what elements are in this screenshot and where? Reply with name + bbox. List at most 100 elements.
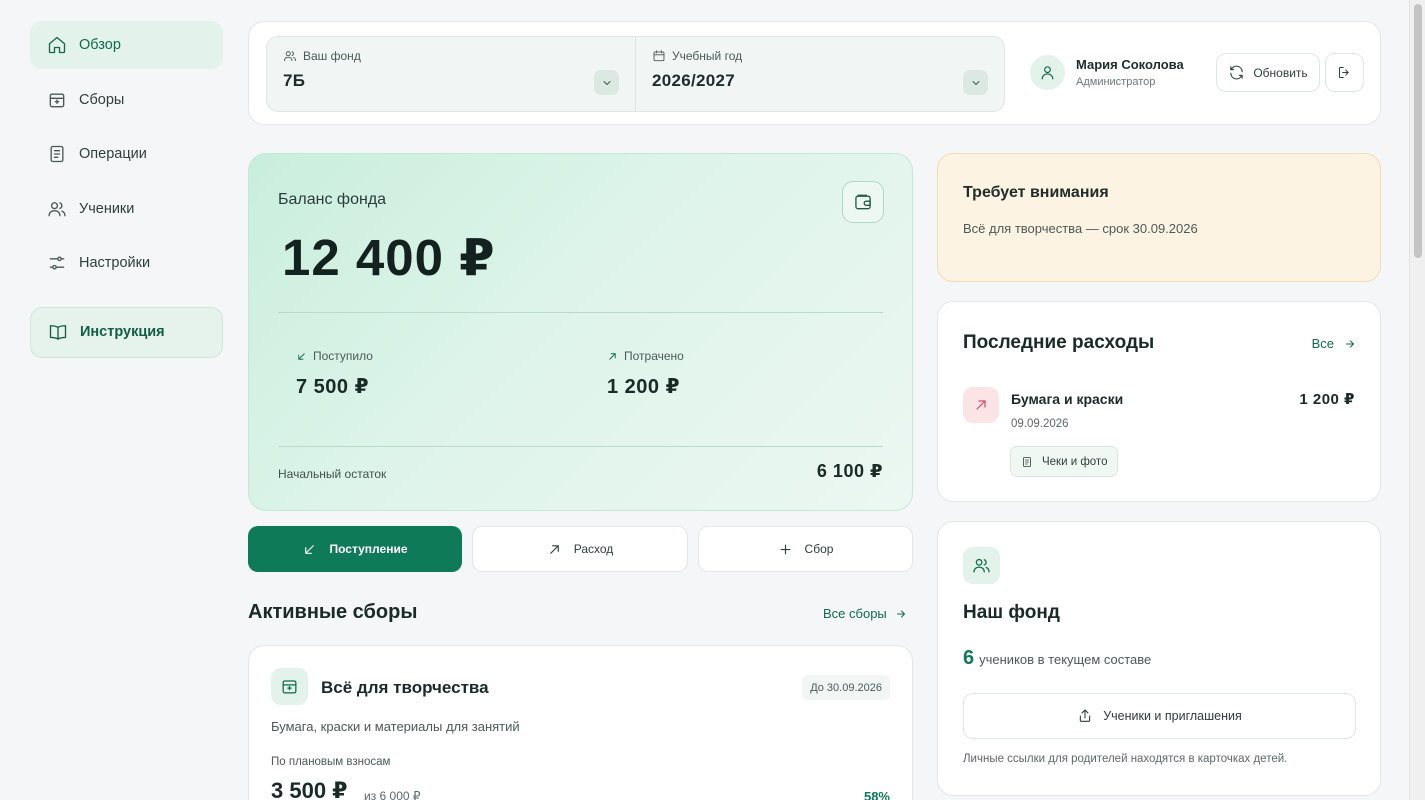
- all-collections-link[interactable]: Все сборы: [823, 606, 907, 621]
- collection-description: Бумага, краски и материалы для занятий: [271, 719, 520, 734]
- attention-title: Требует внимания: [963, 184, 1109, 201]
- sidebar-item-operations[interactable]: Операции: [30, 130, 223, 178]
- refresh-label: Обновить: [1253, 65, 1308, 80]
- collection-deadline-badge: До 30.09.2026: [802, 675, 890, 700]
- add-expense-button[interactable]: Расход: [472, 526, 688, 572]
- calendar-icon: [653, 50, 665, 62]
- sidebar-item-students[interactable]: Ученики: [30, 185, 223, 233]
- arrow-up-right-icon: [976, 400, 986, 410]
- user-name: Мария Соколова: [1076, 57, 1184, 72]
- fund-select[interactable]: Ваш фонд 7Б: [267, 37, 635, 111]
- chevron-down-icon: [603, 80, 610, 85]
- share-icon: [1080, 709, 1091, 722]
- collection-amount: 3 500 ₽: [271, 778, 348, 800]
- fund-note: Личные ссылки для родителей находятся в …: [963, 753, 1288, 765]
- home-icon: [48, 36, 66, 54]
- expense-icon-badge: [963, 387, 999, 423]
- year-select-label: Учебный год: [652, 49, 988, 63]
- sidebar-item-overview[interactable]: Обзор: [30, 21, 223, 69]
- wallet-icon: [855, 194, 871, 210]
- sidebar-item-label: Настройки: [79, 255, 151, 271]
- sidebar: Обзор Сборы Операции Ученики Настройки И…: [30, 21, 223, 364]
- sidebar-item-settings[interactable]: Настройки: [30, 239, 223, 287]
- sidebar-item-label: Операции: [79, 146, 147, 162]
- collection-title: Всё для творчества: [321, 678, 489, 697]
- scrollbar-thumb[interactable]: [1414, 4, 1422, 258]
- sidebar-item-collections[interactable]: Сборы: [30, 76, 223, 124]
- collection-icon-badge: [271, 668, 308, 705]
- our-fund-card: Наш фонд 6 учеников в текущем составе Уч…: [937, 521, 1381, 796]
- expense-amount: 1 200 ₽: [1299, 391, 1355, 408]
- arrow-down-left-icon: [298, 352, 305, 360]
- user-profile: Мария Соколова Администратор: [1030, 55, 1184, 90]
- recent-expenses-card: Последние расходы Все Бумага и краски 1 …: [937, 301, 1381, 502]
- add-collection-label: Сбор: [804, 542, 834, 556]
- receipts-button[interactable]: Чеки и фото: [1010, 446, 1119, 477]
- users-icon: [973, 558, 990, 573]
- sidebar-item-label: Обзор: [79, 37, 121, 53]
- income-label: Поступило: [296, 349, 373, 363]
- fund-title: Наш фонд: [963, 602, 1060, 623]
- piggy-bank-icon: [49, 93, 65, 107]
- arrow-right-icon: [1346, 340, 1354, 347]
- refresh-button[interactable]: Обновить: [1216, 53, 1320, 92]
- attention-card: Требует внимания Всё для творчества — ср…: [937, 153, 1381, 282]
- arrow-right-icon: [896, 610, 905, 617]
- fund-label-text: Ваш фонд: [303, 49, 361, 63]
- active-collections-title: Активные сборы: [248, 601, 418, 623]
- fund-icon-badge: [963, 547, 1000, 584]
- collection-card[interactable]: Всё для творчества До 30.09.2026 Бумага,…: [248, 645, 913, 800]
- spent-block: Потрачено 1 200 ₽: [607, 349, 684, 399]
- add-collection-button[interactable]: Сбор: [698, 526, 913, 572]
- all-collections-label: Все сборы: [823, 606, 887, 621]
- balance-title: Баланс фонда: [278, 191, 387, 208]
- starting-balance-value: 6 100 ₽: [816, 461, 883, 481]
- collection-goal: из 6 000 ₽: [364, 789, 421, 800]
- spent-label: Потрачено: [607, 349, 684, 363]
- logout-button[interactable]: [1325, 53, 1364, 92]
- sidebar-item-label: Сборы: [79, 91, 125, 108]
- expense-name[interactable]: Бумага и краски: [1011, 391, 1123, 407]
- collection-percent: 58%: [863, 789, 890, 800]
- fund-select-label: Ваш фонд: [283, 49, 619, 63]
- sliders-icon: [49, 256, 65, 270]
- arrow-up-right-icon: [549, 544, 559, 554]
- student-count: 6 учеников в текущем составе: [963, 647, 1151, 670]
- divider: [278, 312, 883, 313]
- starting-balance-label: Начальный остаток: [278, 467, 387, 481]
- divider: [278, 446, 883, 447]
- fund-select-toggle[interactable]: [594, 70, 619, 95]
- income-block: Поступило 7 500 ₽: [296, 349, 373, 399]
- year-select-value: 2026/2027: [652, 71, 736, 90]
- income-label-text: Поступило: [313, 349, 373, 363]
- year-select-toggle[interactable]: [963, 70, 988, 95]
- chevron-down-icon: [972, 80, 979, 85]
- sidebar-item-label: Ученики: [79, 200, 135, 217]
- attention-text: Всё для творчества — срок 30.09.2026: [963, 221, 1198, 236]
- user-icon: [1041, 66, 1054, 80]
- add-income-button[interactable]: Поступление: [248, 526, 462, 572]
- piggy-bank-icon: [282, 680, 297, 694]
- refresh-icon: [1230, 65, 1244, 80]
- expense-date: 09.09.2026: [1011, 418, 1069, 430]
- all-expenses-link[interactable]: Все: [1312, 336, 1356, 351]
- balance-card: Баланс фонда 12 400 ₽ Поступило 7 500 ₽ …: [248, 153, 913, 511]
- collection-plan-label: По плановым взносам: [271, 756, 391, 768]
- students-invitations-button[interactable]: Ученики и приглашения: [963, 693, 1356, 739]
- student-count-text: учеников в текущем составе: [979, 652, 1152, 667]
- sidebar-item-guide[interactable]: Инструкция: [30, 306, 223, 358]
- student-count-number: 6: [963, 647, 975, 669]
- users-icon: [283, 51, 297, 62]
- students-invitations-label: Ученики и приглашения: [1103, 709, 1242, 723]
- year-select[interactable]: Учебный год 2026/2027: [635, 37, 1004, 111]
- wallet-badge: [842, 181, 884, 223]
- avatar: [1030, 55, 1065, 90]
- sidebar-item-label: Инструкция: [80, 324, 165, 340]
- book-icon: [49, 325, 67, 340]
- recent-expenses-title: Последние расходы: [963, 332, 1155, 353]
- spent-value: 1 200 ₽: [607, 376, 681, 398]
- document-icon: [50, 145, 64, 163]
- page-scrollbar[interactable]: [1409, 0, 1425, 800]
- receipts-label: Чеки и фото: [1042, 455, 1108, 468]
- all-expenses-label: Все: [1311, 336, 1334, 351]
